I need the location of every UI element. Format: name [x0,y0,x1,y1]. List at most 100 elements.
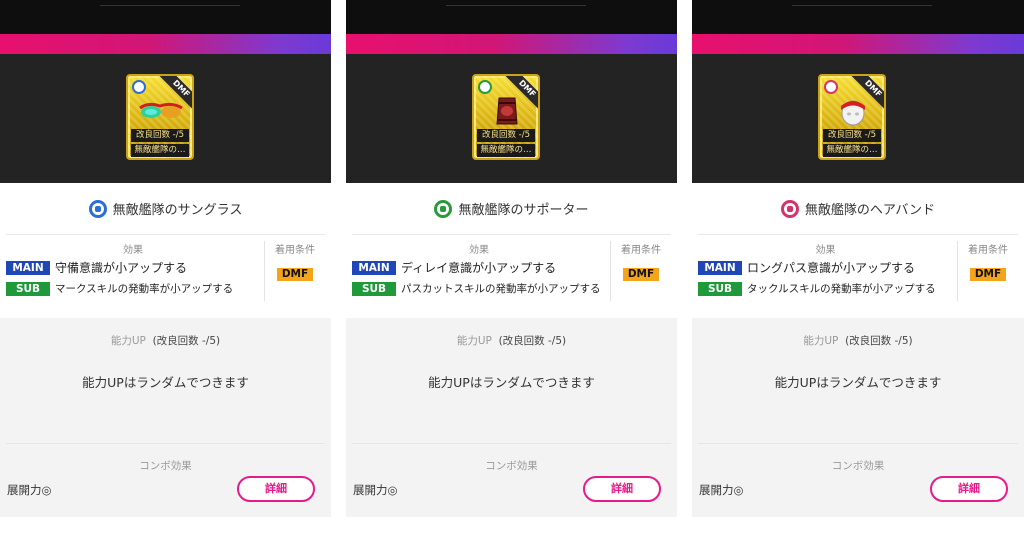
header-dark [0,0,331,34]
item-card[interactable]: DMF 改良回数 -/5 無敵艦隊の… [818,74,886,160]
card-upgrade-count: 改良回数 -/5 [823,129,881,142]
ability-upgrade-count: (改良回数 -/5) [845,335,913,347]
condition-block: 着用条件 DMF [958,241,1018,301]
info-section: 無敵艦隊のサングラス 効果 MAIN 守備意識が小アップする SUB マークスキ… [0,183,331,318]
effects-title: 効果 [123,245,143,256]
condition-title: 着用条件 [275,245,315,256]
ability-text: 能力UPはランダムでつきます [774,375,942,390]
pants-icon [434,199,453,218]
card-item-name: 無敵艦隊の… [823,144,881,157]
sub-effect: SUB パスカットスキルの発動率が小アップする [352,281,606,296]
item-card[interactable]: DMF 改良回数 -/5 無敵艦隊の… [472,74,540,160]
combo-title: コンボ効果 [485,460,538,472]
condition-title: 着用条件 [621,245,661,256]
main-effect-text: ディレイ意識が小アップする [401,261,557,275]
ability-upgrade-count: (改良回数 -/5) [498,335,567,347]
combo-value: 展開力◎ [353,483,398,497]
effects-title: 効果 [469,245,489,256]
ability-label: 能力UP [110,335,146,347]
item-panel-2: DMF 改良回数 -/5 無敵艦隊の… 無敵艦隊のサポーター 効果 MAIN デ… [346,0,677,536]
effects-block: 効果 MAIN 守備意識が小アップする SUB マークスキルの発動率が小アップす… [0,235,331,301]
ability-label: 能力UP [456,335,492,347]
item-panel-3: DMF 改良回数 -/5 無敵艦隊の… 無敵艦隊のヘアバンド 効果 MAIN ロ… [692,0,1024,536]
effects-block: 効果 MAIN ロングパス意識が小アップする SUB タックルスキルの発動率が小… [692,235,1024,301]
sub-tag: SUB [352,281,396,296]
item-name-row: 無敵艦隊のサポーター [352,183,671,235]
bottom-strip [692,517,1024,536]
sub-tag: SUB [6,281,50,296]
header-dark [692,0,1024,34]
effects-list: 効果 MAIN 守備意識が小アップする SUB マークスキルの発動率が小アップす… [6,241,265,301]
bottom-strip [346,517,677,536]
combo-value: 展開力◎ [7,483,52,497]
sub-tag: SUB [698,281,742,296]
ability-title: 能力UP (改良回数 -/5) [346,333,677,348]
position-badge: DMF [277,268,313,281]
position-badge: DMF [970,268,1006,281]
combo-section: コンボ効果 展開力◎ 詳細 [0,458,331,502]
ability-section: 能力UP (改良回数 -/5) 能力UPはランダムでつきます [0,318,331,443]
supporter-icon [484,96,530,126]
accessory-icon [780,199,799,218]
effects-block: 効果 MAIN ディレイ意識が小アップする SUB パスカットスキルの発動率が小… [346,235,677,301]
divider [6,443,325,444]
position-badge: DMF [623,268,659,281]
detail-button[interactable]: 詳細 [930,476,1008,502]
accessory-type-icon [824,80,838,94]
item-name: 無敵艦隊のサングラス [112,203,243,218]
combo-row: 展開力◎ 詳細 [346,476,677,502]
card-upgrade-count: 改良回数 -/5 [477,129,535,142]
divider [698,443,1018,444]
ability-text: 能力UPはランダムでつきます [82,375,249,390]
combo-section: コンボ効果 展開力◎ 詳細 [692,458,1024,502]
main-effect-text: ロングパス意識が小アップする [747,261,916,275]
combo-value: 展開力◎ [699,483,744,497]
header-gradient-bar [692,34,1024,54]
card-area: DMF 改良回数 -/5 無敵艦隊の… [0,54,331,183]
bottom-strip [0,517,331,536]
main-tag: MAIN [698,260,742,275]
ability-section: 能力UP (改良回数 -/5) 能力UPはランダムでつきます [692,318,1024,443]
card-item-name: 無敵艦隊の… [131,144,189,157]
combo-section: コンボ効果 展開力◎ 詳細 [346,458,677,502]
combo-title: コンボ効果 [831,460,885,472]
card-item-name: 無敵艦隊の… [477,144,535,157]
ability-label: 能力UP [803,335,839,347]
combo-title: コンボ効果 [139,460,192,472]
item-name: 無敵艦隊のヘアバンド [804,203,936,218]
card-area: DMF 改良回数 -/5 無敵艦隊の… [692,54,1024,183]
header-gradient-bar [346,34,677,54]
divider [352,443,671,444]
main-tag: MAIN [352,260,396,275]
effects-list: 効果 MAIN ロングパス意識が小アップする SUB タックルスキルの発動率が小… [698,241,958,301]
item-name-row: 無敵艦隊のヘアバンド [698,183,1018,235]
detail-button[interactable]: 詳細 [237,476,315,502]
main-tag: MAIN [6,260,50,275]
card-area: DMF 改良回数 -/5 無敵艦隊の… [346,54,677,183]
item-card[interactable]: DMF 改良回数 -/5 無敵艦隊の… [126,74,194,160]
main-effect: MAIN ディレイ意識が小アップする [352,259,606,276]
condition-title: 着用条件 [968,245,1008,256]
effects-list: 効果 MAIN ディレイ意識が小アップする SUB パスカットスキルの発動率が小… [352,241,611,301]
screen: DMF 改良回数 -/5 無敵艦隊の… 無敵艦隊のサングラス 効果 MAIN 守… [0,0,1024,536]
combo-row: 展開力◎ 詳細 [692,476,1024,502]
sub-effect-text: タックルスキルの発動率が小アップする [747,283,936,295]
info-section: 無敵艦隊のサポーター 効果 MAIN ディレイ意識が小アップする SUB パスカ… [346,183,677,318]
shirt-icon [88,199,107,218]
sub-effect-text: マークスキルの発動率が小アップする [55,283,234,295]
info-section: 無敵艦隊のヘアバンド 効果 MAIN ロングパス意識が小アップする SUB タッ… [692,183,1024,318]
hairband-icon [830,96,876,126]
header-dark [346,0,677,34]
condition-block: 着用条件 DMF [611,241,671,301]
condition-block: 着用条件 DMF [265,241,325,301]
detail-button[interactable]: 詳細 [583,476,661,502]
ability-section: 能力UP (改良回数 -/5) 能力UPはランダムでつきます [346,318,677,443]
sub-effect: SUB タックルスキルの発動率が小アップする [698,281,953,296]
pants-type-icon [478,80,492,94]
effects-title: 効果 [815,245,836,256]
item-panel-1: DMF 改良回数 -/5 無敵艦隊の… 無敵艦隊のサングラス 効果 MAIN 守… [0,0,331,536]
ability-title: 能力UP (改良回数 -/5) [692,333,1024,348]
sub-effect-text: パスカットスキルの発動率が小アップする [401,283,601,295]
main-effect: MAIN 守備意識が小アップする [6,259,260,276]
sub-effect: SUB マークスキルの発動率が小アップする [6,281,260,296]
